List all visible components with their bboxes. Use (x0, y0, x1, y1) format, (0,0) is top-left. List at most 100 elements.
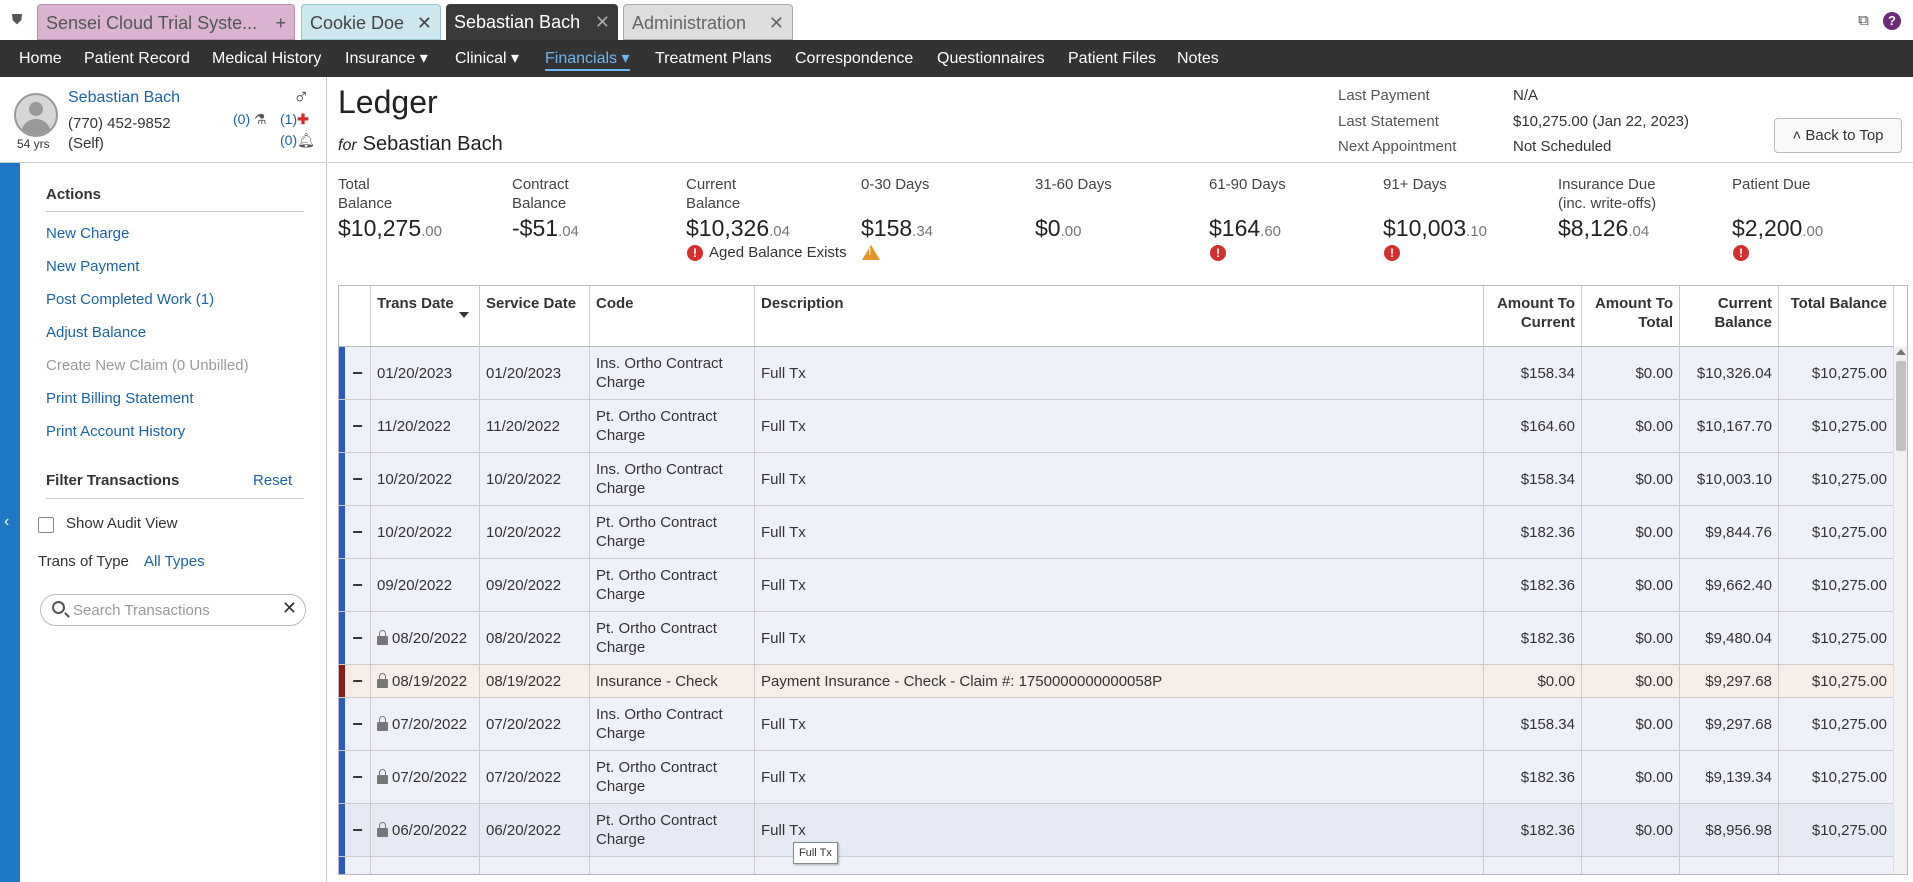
table-row[interactable]: − 06/20/2022 06/20/2022 Pt. Ortho Contract … (339, 804, 1894, 857)
table-row[interactable]: − 07/20/2022 07/20/2022 Ins. Ortho Contract… (339, 698, 1894, 751)
summary-value: -$51.04 (512, 215, 579, 242)
table-row[interactable]: − 08/20/2022 08/20/2022 Pt. Ortho Contract … (339, 612, 1894, 665)
column-header-current-balance[interactable]: Current Balance (1680, 286, 1779, 347)
collapse-row-icon[interactable]: − (345, 665, 371, 697)
nav-financials[interactable]: Financials ▾ (545, 40, 630, 77)
alert-count-value: (0) (280, 132, 298, 148)
description-text: Full Tx (761, 715, 806, 733)
amount-to-total-text: $0.00 (1635, 715, 1673, 733)
nav-treatment-plans[interactable]: Treatment Plans (655, 40, 772, 77)
nav-notes[interactable]: Notes (1177, 40, 1219, 77)
table-row[interactable]: −11/20/2022 11/20/2022 Pt. Ortho Contract … (339, 400, 1894, 453)
collapse-row-glyph: − (352, 362, 363, 383)
table-row[interactable]: − 07/20/2022 07/20/2022 Pt. Ortho Contract … (339, 751, 1894, 804)
current-balance-cell: $10,326.04 (1680, 347, 1779, 399)
column-header-total-balance[interactable]: Total Balance (1779, 286, 1894, 347)
description-cell: Full Tx (755, 559, 1484, 611)
next-appointment-label: Next Appointment (1338, 138, 1457, 155)
tab-administration[interactable]: Administration ✕ (623, 4, 793, 40)
amount-to-current-cell: $182.36 (1484, 506, 1582, 558)
new-payment-link[interactable]: New Payment (46, 258, 139, 275)
lab-count[interactable]: (0) ⚗ (233, 111, 267, 128)
collapse-row-icon[interactable]: − (345, 804, 371, 856)
collapse-row-icon[interactable]: − (345, 400, 371, 452)
summary-value-whole: $0 (1035, 215, 1061, 241)
table-row[interactable]: −01/20/2023 01/20/2023 Ins. Ortho Contract… (339, 347, 1894, 400)
description-text: Full Tx (761, 364, 806, 382)
collapse-row-icon[interactable]: − (345, 506, 371, 558)
print-billing-statement-link[interactable]: Print Billing Statement (46, 390, 194, 407)
collapse-row-icon[interactable]: − (345, 698, 371, 750)
table-row[interactable]: − Pt. Ortho Contract (339, 857, 1894, 874)
table-row[interactable]: −09/20/2022 09/20/2022 Pt. Ortho Contract … (339, 559, 1894, 612)
scroll-thumb[interactable] (1896, 361, 1906, 451)
trans-type-select[interactable]: All Types (144, 553, 205, 570)
nav-patient-files[interactable]: Patient Files (1068, 40, 1156, 77)
service-date-cell: 09/20/2022 (480, 559, 590, 611)
summary-value: $158.34 (861, 215, 933, 242)
adjust-balance-link[interactable]: Adjust Balance (46, 324, 146, 341)
nav-medical-history[interactable]: Medical History (212, 40, 321, 77)
nav-patient-record[interactable]: Patient Record (84, 40, 190, 77)
column-header-amount-to-current[interactable]: Amount To Current (1484, 286, 1582, 347)
help-icon[interactable]: ? (1883, 12, 1901, 30)
search-input[interactable] (73, 599, 273, 621)
back-to-top-button[interactable]: ˄ Back to Top (1774, 118, 1902, 153)
audit-view-checkbox[interactable] (38, 517, 54, 533)
patient-name-link[interactable]: Sebastian Bach (68, 89, 180, 107)
shield-icon[interactable]: ⛊ (8, 10, 26, 28)
collapse-row-icon[interactable]: − (345, 751, 371, 803)
code-text: Pt. Ortho Contract Charge (596, 567, 717, 603)
chevron-left-icon: ‹ (4, 513, 10, 530)
collapse-row-glyph: − (352, 574, 363, 595)
actions-title: Actions (46, 186, 102, 203)
audit-view-label[interactable]: Show Audit View (66, 515, 177, 532)
nav-correspondence[interactable]: Correspondence (795, 40, 913, 77)
code-text: Ins. Ortho Contract Charge (596, 706, 723, 742)
close-tab-icon[interactable]: ✕ (769, 5, 784, 39)
print-account-history-link[interactable]: Print Account History (46, 423, 185, 440)
summary-value: $10,003.10 (1383, 215, 1487, 242)
add-tab-icon[interactable]: + (275, 5, 286, 39)
amount-to-current-text: $182.36 (1520, 821, 1575, 839)
table-scrollbar[interactable] (1893, 347, 1907, 874)
column-header-service-date[interactable]: Service Date (480, 286, 590, 347)
male-icon: ♂ (293, 84, 310, 109)
collapse-row-icon[interactable]: − (345, 347, 371, 399)
column-header-trans-date[interactable]: Trans Date (371, 286, 480, 347)
clear-search-icon[interactable]: ✕ (282, 598, 297, 619)
window-restore-icon[interactable]: ⧉ (1858, 12, 1869, 29)
scroll-up-icon[interactable] (1896, 349, 1906, 355)
collapse-row-icon[interactable]: − (345, 453, 371, 505)
medical-alert-count[interactable]: (1)✚ (280, 111, 309, 128)
column-header-code[interactable]: Code (590, 286, 755, 347)
table-row[interactable]: −10/20/2022 10/20/2022 Pt. Ortho Contract … (339, 506, 1894, 559)
last-statement-value: $10,275.00 (Jan 22, 2023) (1513, 113, 1689, 130)
table-row[interactable]: − 08/19/2022 08/19/2022 Insurance - Check Pa… (339, 665, 1894, 698)
tab-cookie-doe[interactable]: Cookie Doe ✕ (301, 4, 441, 40)
close-tab-icon[interactable]: ✕ (417, 5, 432, 39)
table-row[interactable]: −10/20/2022 10/20/2022 Ins. Ortho Contract… (339, 453, 1894, 506)
collapse-row-glyph: − (352, 766, 363, 787)
tab-sensei-cloud[interactable]: Sensei Cloud Trial Syste... + (37, 4, 295, 40)
nav-insurance[interactable]: Insurance ▾ (345, 40, 428, 77)
nav-home[interactable]: Home (19, 40, 62, 77)
collapse-row-icon[interactable]: − (345, 559, 371, 611)
sidebar-collapse-strip[interactable]: ‹ (0, 163, 20, 882)
column-header-amount-to-total[interactable]: Amount To Total (1582, 286, 1680, 347)
post-completed-work-link[interactable]: Post Completed Work (1) (46, 291, 214, 308)
nav-questionnaires[interactable]: Questionnaires (937, 40, 1045, 77)
description-cell: Payment Insurance - Check - Claim #: 175… (755, 665, 1484, 697)
nav-clinical[interactable]: Clinical ▾ (455, 40, 519, 77)
reset-link[interactable]: Reset (253, 472, 292, 489)
amount-to-total-cell: $0.00 (1582, 506, 1680, 558)
notification-count[interactable]: (0)🔔︎ (280, 132, 315, 149)
collapse-row-icon[interactable]: − (345, 612, 371, 664)
close-tab-icon[interactable]: ✕ (595, 4, 610, 40)
sort-desc-icon[interactable] (459, 312, 469, 318)
amount-to-total-cell: $0.00 (1582, 400, 1680, 452)
tab-sebastian-bach[interactable]: Sebastian Bach ✕ (446, 4, 618, 40)
new-charge-link[interactable]: New Charge (46, 225, 129, 242)
collapse-row-icon[interactable]: − (345, 857, 371, 874)
column-header-description[interactable]: Description (755, 286, 1484, 347)
